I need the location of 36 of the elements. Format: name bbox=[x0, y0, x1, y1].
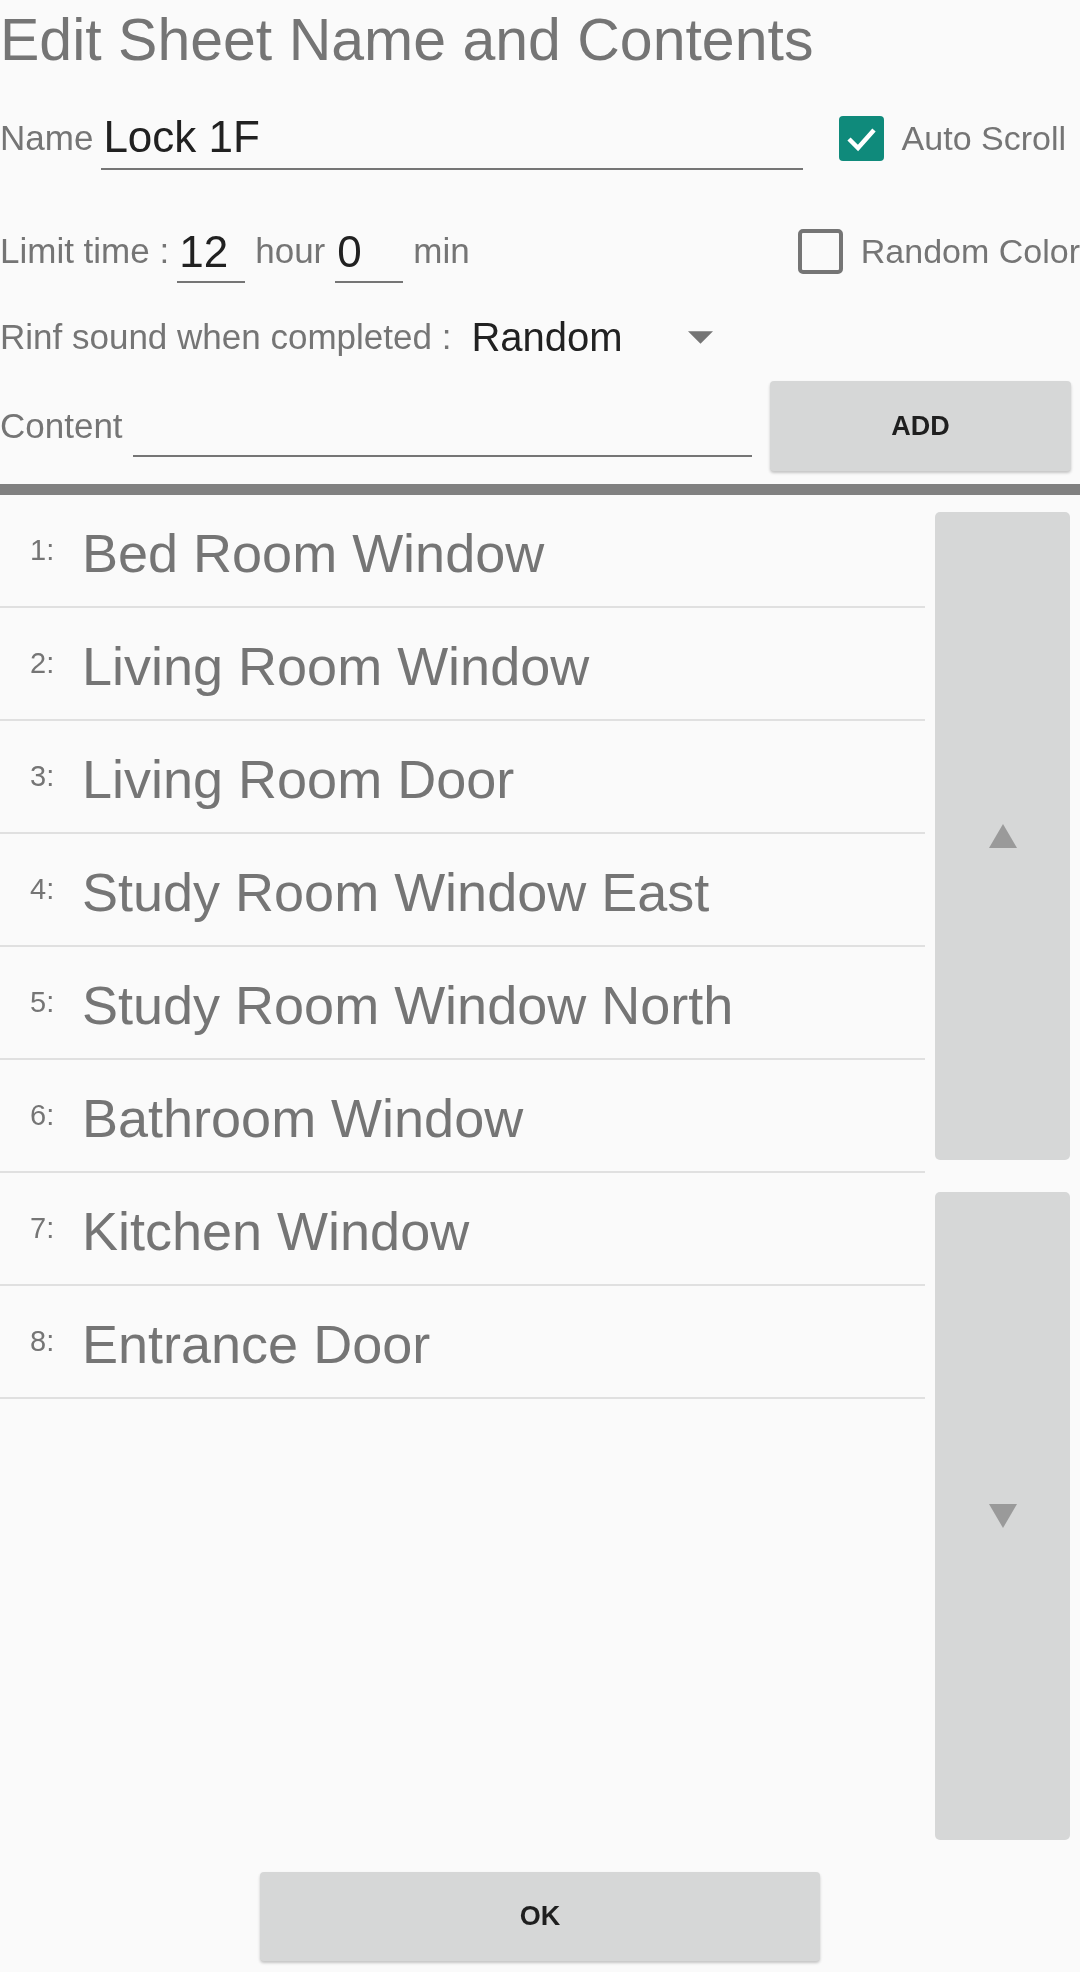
limit-time-label: Limit time : bbox=[0, 231, 170, 271]
hour-label: hour bbox=[255, 231, 326, 271]
item-text[interactable]: Bathroom Window bbox=[82, 1086, 524, 1149]
item-text[interactable]: Living Room Door bbox=[82, 747, 515, 810]
auto-scroll-checkbox[interactable] bbox=[838, 115, 884, 161]
item-text[interactable]: Study Room Window North bbox=[82, 973, 734, 1036]
checkbox-label: Random Color bbox=[860, 231, 1080, 271]
caret-icon bbox=[688, 330, 714, 344]
item-number: 1: bbox=[30, 534, 56, 567]
sound-label: Rinf sound when completed : bbox=[0, 317, 452, 357]
item-number: 2: bbox=[30, 647, 56, 680]
name-label: Name bbox=[0, 118, 94, 158]
ok-button[interactable]: OK bbox=[260, 1872, 820, 1961]
content-label: Content bbox=[0, 406, 123, 446]
item-number: 5: bbox=[30, 986, 56, 1019]
item-number: 4: bbox=[30, 873, 56, 906]
item-text[interactable]: Entrance Door bbox=[82, 1312, 431, 1375]
random-color-checkbox[interactable] bbox=[797, 228, 843, 274]
item-number: 8: bbox=[30, 1325, 56, 1358]
item-text[interactable]: Living Room Window bbox=[82, 634, 590, 697]
checkbox-label: Auto Scroll bbox=[901, 118, 1066, 158]
item-text[interactable]: Bed Room Window bbox=[82, 521, 545, 584]
item-text[interactable]: Kitchen Window bbox=[82, 1199, 470, 1262]
item-number: 7: bbox=[30, 1212, 56, 1245]
minutes-field[interactable]: 0 bbox=[335, 227, 404, 283]
name-field[interactable]: Lock 1F bbox=[101, 108, 804, 170]
add-button[interactable]: ADD bbox=[770, 381, 1071, 471]
dialog-title: Edit Sheet Name and Contents bbox=[0, 6, 814, 75]
up-triangle-icon bbox=[988, 824, 1017, 848]
item-number: 3: bbox=[30, 760, 56, 793]
item-number: 6: bbox=[30, 1099, 56, 1132]
item-text[interactable]: Study Room Window East bbox=[82, 860, 710, 923]
hours-field[interactable]: 12 bbox=[177, 227, 246, 283]
min-label: min bbox=[413, 231, 470, 271]
down-triangle-icon bbox=[988, 1504, 1017, 1528]
sound-dropdown[interactable]: Random bbox=[471, 314, 714, 360]
